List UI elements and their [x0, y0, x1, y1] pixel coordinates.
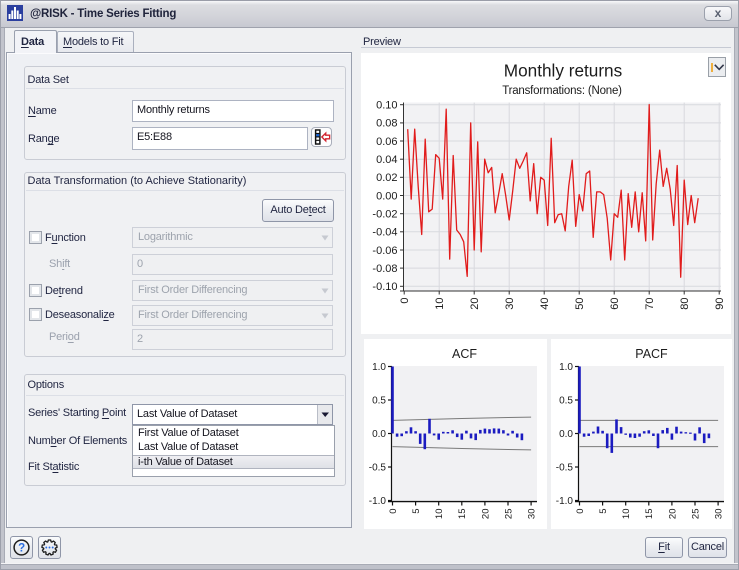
svg-text:-0.5: -0.5: [369, 463, 387, 474]
svg-text:-0.04: -0.04: [372, 227, 397, 239]
svg-text:90: 90: [714, 298, 726, 310]
svg-text:5: 5: [411, 509, 422, 514]
svg-text:20: 20: [480, 509, 491, 520]
svg-text:PACF: PACF: [635, 347, 668, 361]
svg-text:10: 10: [434, 298, 446, 310]
svg-text:-0.06: -0.06: [372, 245, 397, 257]
svg-text:20: 20: [469, 298, 481, 310]
svg-text:0.04: 0.04: [376, 154, 397, 166]
svg-text:70: 70: [644, 298, 656, 310]
svg-text:60: 60: [609, 298, 621, 310]
svg-text:0.0: 0.0: [372, 429, 386, 440]
svg-text:Monthly returns: Monthly returns: [504, 61, 622, 81]
svg-text:0.5: 0.5: [559, 396, 573, 407]
svg-text:ACF: ACF: [452, 347, 477, 361]
svg-text:30: 30: [504, 298, 516, 310]
svg-text:0.10: 0.10: [376, 100, 397, 112]
svg-text:1.0: 1.0: [372, 362, 386, 373]
svg-text:-0.5: -0.5: [556, 463, 574, 474]
svg-text:Transformations: (None): Transformations: (None): [502, 85, 622, 97]
svg-text:0.08: 0.08: [376, 118, 397, 130]
svg-text:0.00: 0.00: [376, 190, 397, 202]
svg-text:20: 20: [667, 509, 678, 520]
svg-text:40: 40: [539, 298, 551, 310]
svg-text:5: 5: [598, 509, 609, 514]
svg-text:50: 50: [574, 298, 586, 310]
svg-text:0.5: 0.5: [372, 396, 386, 407]
svg-text:10: 10: [621, 509, 632, 520]
svg-text:0.0: 0.0: [559, 429, 573, 440]
svg-text:0.02: 0.02: [376, 172, 397, 184]
svg-text:25: 25: [690, 509, 701, 520]
svg-text:?: ?: [18, 543, 25, 555]
svg-text:0: 0: [388, 509, 399, 514]
svg-text:80: 80: [679, 298, 691, 310]
svg-text:15: 15: [457, 509, 468, 520]
svg-text:0: 0: [399, 298, 411, 304]
svg-text:25: 25: [503, 509, 514, 520]
svg-text:-1.0: -1.0: [369, 496, 387, 507]
svg-text:1.0: 1.0: [559, 362, 573, 373]
svg-text:0: 0: [575, 509, 586, 514]
svg-text:-0.10: -0.10: [372, 281, 397, 293]
svg-text:15: 15: [644, 509, 655, 520]
svg-text:10: 10: [434, 509, 445, 520]
svg-text:30: 30: [527, 509, 538, 520]
svg-text:-0.02: -0.02: [372, 209, 397, 221]
svg-text:-1.0: -1.0: [556, 496, 574, 507]
svg-text:30: 30: [714, 509, 725, 520]
svg-text:0.06: 0.06: [376, 136, 397, 148]
svg-text:-0.08: -0.08: [372, 263, 397, 275]
